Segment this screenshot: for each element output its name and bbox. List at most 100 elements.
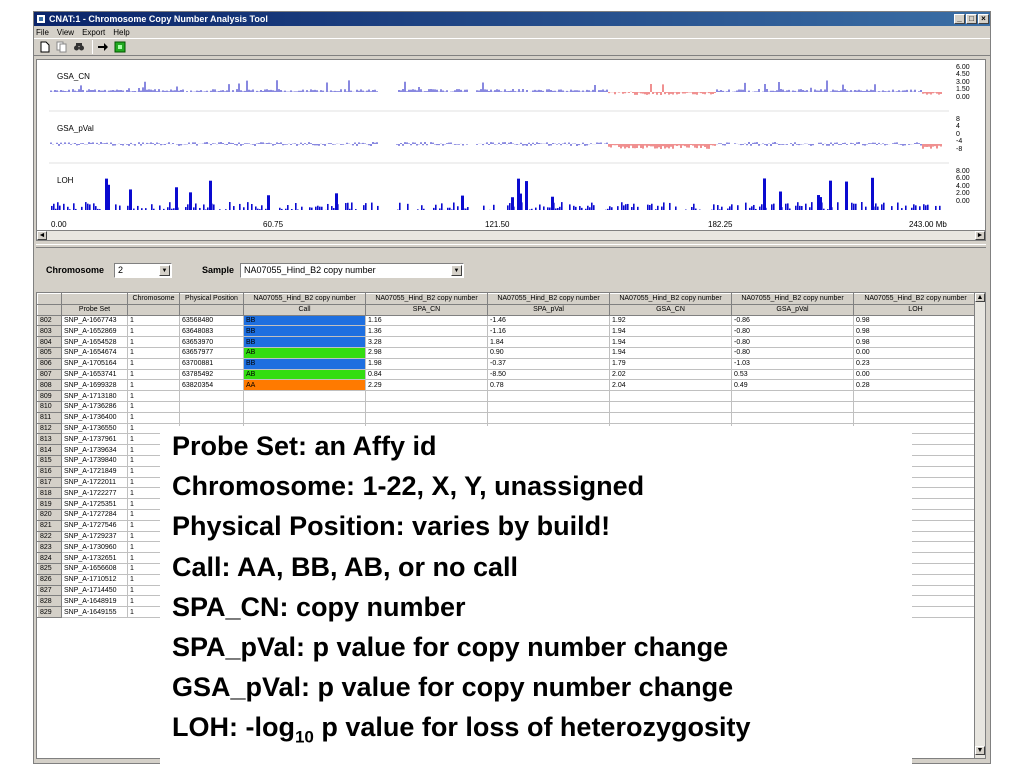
- table-cell[interactable]: [731, 400, 854, 413]
- table-row[interactable]: 808 SNP_A-1699328 1 63820354 AA 2.29 0.78 2.04 0…: [37, 379, 978, 392]
- table-cell[interactable]: 1: [127, 325, 180, 338]
- table-cell[interactable]: SNP_A-1729237: [61, 530, 128, 543]
- table-cell[interactable]: -1.03: [731, 357, 854, 370]
- table-cell[interactable]: 1.98: [365, 357, 488, 370]
- table-cell[interactable]: SNP_A-1654528: [61, 336, 128, 348]
- table-cell[interactable]: 0.00: [853, 346, 978, 359]
- row-number[interactable]: 811: [37, 411, 62, 424]
- table-cell[interactable]: BB: [243, 336, 366, 348]
- table-cell[interactable]: [127, 303, 180, 316]
- row-header[interactable]: [37, 293, 62, 305]
- row-number[interactable]: 804: [37, 336, 62, 348]
- table-cell[interactable]: AA: [243, 379, 366, 392]
- table-row[interactable]: 806 SNP_A-1705164 1 63700881 BB 1.98 -0.37 1.79…: [37, 357, 978, 370]
- table-cell[interactable]: Chromosome: [127, 293, 180, 305]
- table-cell[interactable]: SNP_A-1727546: [61, 519, 128, 532]
- table-cell[interactable]: BB: [243, 357, 366, 370]
- table-cell[interactable]: SNP_A-1722011: [61, 476, 128, 489]
- table-cell[interactable]: 1.36: [365, 325, 488, 338]
- table-cell[interactable]: 0.53: [731, 368, 854, 381]
- table-cell[interactable]: BB: [243, 314, 366, 327]
- table-cell[interactable]: BB: [243, 325, 366, 338]
- menu-view[interactable]: View: [57, 28, 74, 37]
- table-cell[interactable]: NA07055_Hind_B2 copy number: [609, 293, 732, 305]
- maximize-button[interactable]: □: [966, 14, 977, 24]
- table-cell[interactable]: SPA_pVal: [487, 303, 610, 316]
- table-cell[interactable]: -8.50: [487, 368, 610, 381]
- vertical-scrollbar[interactable]: ▲ ▼: [974, 293, 985, 758]
- table-cell[interactable]: 1: [127, 336, 180, 348]
- find-icon[interactable]: [72, 40, 86, 54]
- table-cell[interactable]: SNP_A-1714450: [61, 584, 128, 597]
- table-cell[interactable]: 63785492: [179, 368, 244, 381]
- row-number[interactable]: 822: [37, 530, 62, 543]
- table-cell[interactable]: 0.78: [487, 379, 610, 392]
- row-number[interactable]: 823: [37, 541, 62, 554]
- table-cell[interactable]: SNP_A-1732651: [61, 552, 128, 564]
- table-cell[interactable]: 0.28: [853, 379, 978, 392]
- table-cell[interactable]: 0.84: [365, 368, 488, 381]
- table-cell[interactable]: 1: [127, 390, 180, 402]
- table-cell[interactable]: SNP_A-1713180: [61, 390, 128, 402]
- row-number[interactable]: 820: [37, 508, 62, 521]
- table-cell[interactable]: 1: [127, 357, 180, 370]
- row-number[interactable]: 826: [37, 573, 62, 586]
- table-cell[interactable]: -0.80: [731, 325, 854, 338]
- row-number[interactable]: 825: [37, 562, 62, 575]
- table-cell[interactable]: 0.90: [487, 346, 610, 359]
- table-row[interactable]: 811 SNP_A-1736400 1: [37, 411, 978, 424]
- table-cell[interactable]: -0.80: [731, 336, 854, 348]
- table-cell[interactable]: 0.98: [853, 336, 978, 348]
- scroll-up-icon[interactable]: ▲: [975, 293, 985, 302]
- table-cell[interactable]: 63568480: [179, 314, 244, 327]
- table-row[interactable]: 804 SNP_A-1654528 1 63653970 BB 3.28 1.84 1.94-…: [37, 336, 978, 348]
- table-cell[interactable]: -0.37: [487, 357, 610, 370]
- table-cell[interactable]: 2.98: [365, 346, 488, 359]
- table-cell[interactable]: 2.04: [609, 379, 732, 392]
- table-cell[interactable]: 1: [127, 411, 180, 424]
- table-row[interactable]: 810 SNP_A-1736286 1: [37, 400, 978, 413]
- table-cell[interactable]: [731, 411, 854, 424]
- table-cell[interactable]: 2.02: [609, 368, 732, 381]
- row-number[interactable]: 827: [37, 584, 62, 597]
- row-number[interactable]: 815: [37, 454, 62, 467]
- table-cell[interactable]: 3.28: [365, 336, 488, 348]
- row-number[interactable]: 821: [37, 519, 62, 532]
- table-cell[interactable]: [365, 411, 488, 424]
- close-button[interactable]: ×: [978, 14, 989, 24]
- table-cell[interactable]: GSA_pVal: [731, 303, 854, 316]
- table-cell[interactable]: -1.16: [487, 325, 610, 338]
- table-cell[interactable]: [853, 390, 978, 402]
- table-cell[interactable]: -0.80: [731, 346, 854, 359]
- table-cell[interactable]: 1: [127, 368, 180, 381]
- table-cell[interactable]: [179, 303, 244, 316]
- table-cell[interactable]: SNP_A-1725351: [61, 498, 128, 510]
- table-cell[interactable]: SNP_A-1653741: [61, 368, 128, 381]
- row-number[interactable]: 829: [37, 606, 62, 618]
- table-cell[interactable]: 1.16: [365, 314, 488, 327]
- table-cell[interactable]: [853, 400, 978, 413]
- table-cell[interactable]: SNP_A-1648919: [61, 595, 128, 608]
- table-cell[interactable]: 0.98: [853, 314, 978, 327]
- table-cell[interactable]: [609, 400, 732, 413]
- chevron-down-icon[interactable]: ▼: [159, 264, 171, 276]
- table-cell[interactable]: 63657977: [179, 346, 244, 359]
- table-cell[interactable]: Physical Position: [179, 293, 244, 305]
- copy-icon[interactable]: [55, 40, 69, 54]
- row-number[interactable]: 819: [37, 498, 62, 510]
- table-cell[interactable]: 1.94: [609, 336, 732, 348]
- scroll-right-icon[interactable]: ►: [975, 231, 985, 240]
- table-cell[interactable]: AB: [243, 346, 366, 359]
- table-cell[interactable]: SNP_A-1739634: [61, 444, 128, 456]
- table-cell[interactable]: [487, 411, 610, 424]
- table-cell[interactable]: [365, 390, 488, 402]
- table-cell[interactable]: [609, 411, 732, 424]
- table-row[interactable]: 807 SNP_A-1653741 1 63785492 AB 0.84 -8.50 2.02…: [37, 368, 978, 381]
- table-cell[interactable]: NA07055_Hind_B2 copy number: [731, 293, 854, 305]
- table-cell[interactable]: 1.92: [609, 314, 732, 327]
- table-cell[interactable]: SNP_A-1730960: [61, 541, 128, 554]
- table-cell[interactable]: 1.94: [609, 325, 732, 338]
- row-number[interactable]: 805: [37, 346, 62, 359]
- table-row[interactable]: 805 SNP_A-1654674 1 63657977 AB 2.98 0.90 1.94-…: [37, 346, 978, 359]
- menu-export[interactable]: Export: [82, 28, 105, 37]
